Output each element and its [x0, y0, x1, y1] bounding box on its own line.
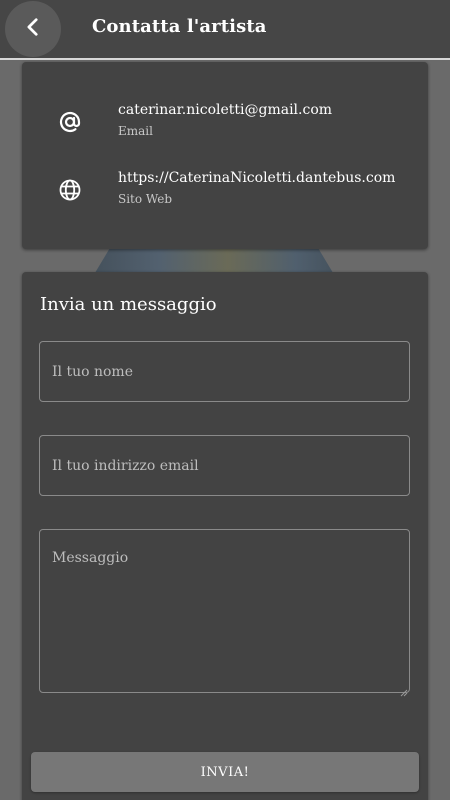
resize-handle-icon[interactable]	[400, 682, 408, 697]
page-title: Contatta l'artista	[92, 16, 267, 37]
globe-icon	[56, 176, 84, 204]
at-sign-icon	[56, 108, 84, 136]
website-value[interactable]: https://CaterinaNicoletti.dantebus.com	[118, 170, 395, 186]
contact-row-website[interactable]: https://CaterinaNicoletti.dantebus.com S…	[22, 170, 428, 220]
back-button[interactable]	[5, 1, 61, 57]
email-input[interactable]	[39, 435, 410, 496]
message-form-card: Invia un messaggio INVIA!	[22, 272, 428, 800]
top-app-bar: Contatta l'artista	[0, 0, 450, 60]
name-input[interactable]	[39, 341, 410, 402]
send-button[interactable]: INVIA!	[31, 752, 419, 792]
website-label: Sito Web	[118, 192, 173, 206]
chevron-left-icon	[22, 16, 44, 42]
email-label: Email	[118, 124, 153, 138]
contact-row-email[interactable]: caterinar.nicoletti@gmail.com Email	[22, 102, 428, 152]
email-value[interactable]: caterinar.nicoletti@gmail.com	[118, 102, 332, 118]
screen: Contatta l'artista caterinar.nicoletti@g…	[0, 0, 450, 800]
message-textarea[interactable]	[39, 529, 410, 693]
form-title: Invia un messaggio	[40, 294, 217, 315]
contact-info-card: caterinar.nicoletti@gmail.com Email http…	[22, 62, 428, 249]
